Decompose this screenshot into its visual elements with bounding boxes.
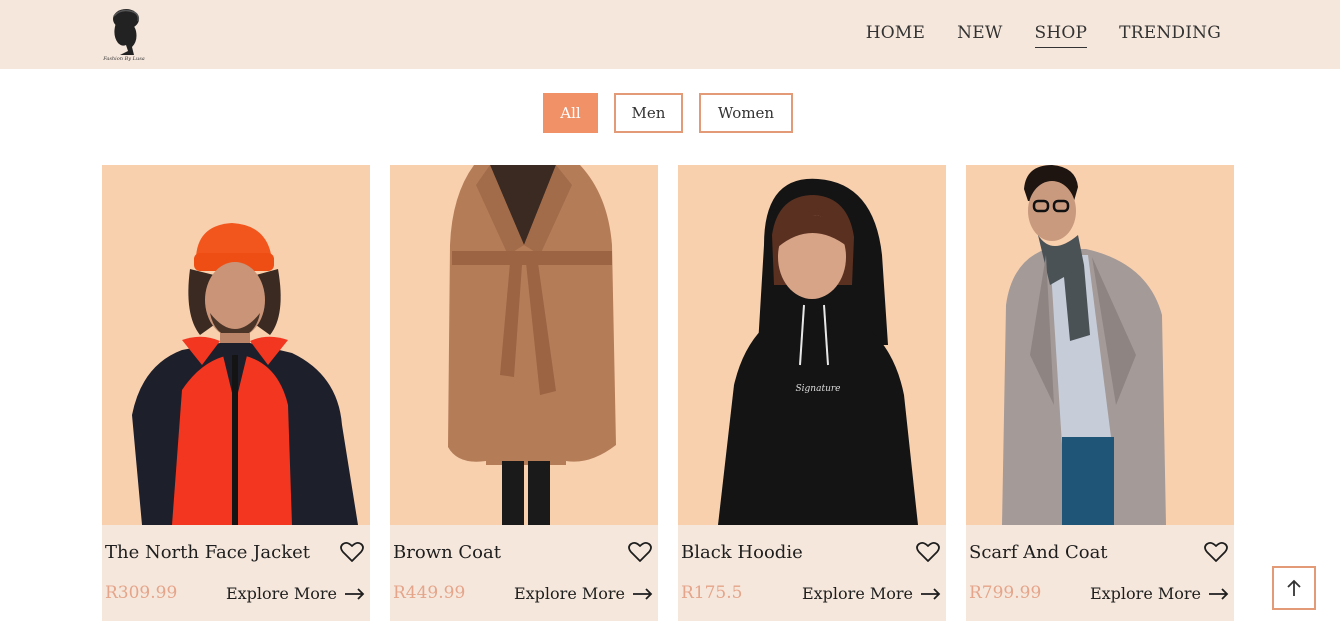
heart-icon[interactable]: [916, 541, 940, 563]
explore-more-link[interactable]: Explore More: [802, 584, 941, 603]
explore-more-link[interactable]: Explore More: [514, 584, 653, 603]
explore-more-link[interactable]: Explore More: [226, 584, 365, 603]
arrow-right-icon: [633, 587, 653, 600]
heart-icon[interactable]: [340, 541, 364, 563]
product-name[interactable]: The North Face Jacket: [105, 542, 310, 563]
product-price: R799.99: [969, 583, 1042, 603]
brand-logo[interactable]: Fashion By Lusa: [100, 7, 148, 62]
arrow-right-icon: [921, 587, 941, 600]
nav-shop[interactable]: SHOP: [1034, 23, 1088, 48]
site-header: Fashion By Lusa HOME NEW SHOP TRENDING: [0, 0, 1340, 69]
product-name[interactable]: Black Hoodie: [681, 542, 803, 563]
product-card: Scarf And Coat R799.99 Explore More: [966, 165, 1234, 621]
scroll-to-top-button[interactable]: [1272, 566, 1316, 610]
product-price: R309.99: [105, 583, 178, 603]
product-card: The North Face Jacket R309.99 Explore Mo…: [102, 165, 370, 621]
product-card: Brown Coat R449.99 Explore More: [390, 165, 658, 621]
product-price: R449.99: [393, 583, 466, 603]
svg-text:Signature: Signature: [795, 384, 840, 394]
product-image-scarf-and-coat[interactable]: [966, 165, 1234, 525]
nav-home[interactable]: HOME: [866, 23, 925, 48]
main-nav: HOME NEW SHOP TRENDING: [866, 23, 1221, 48]
product-name[interactable]: Brown Coat: [393, 542, 501, 563]
product-price: R175.5: [681, 583, 743, 603]
explore-more-label: Explore More: [1089, 584, 1201, 603]
filter-men-button[interactable]: Men: [614, 93, 683, 133]
product-card: Signature Black Hoodie R175.5 Explore Mo…: [678, 165, 946, 621]
product-name[interactable]: Scarf And Coat: [969, 542, 1108, 563]
filter-women-button[interactable]: Women: [699, 93, 793, 133]
heart-icon[interactable]: [1204, 541, 1228, 563]
arrow-right-icon: [1209, 587, 1229, 600]
explore-more-link[interactable]: Explore More: [1090, 584, 1229, 603]
filter-all-button[interactable]: All: [543, 93, 598, 133]
explore-more-label: Explore More: [513, 584, 625, 603]
heart-icon[interactable]: [628, 541, 652, 563]
product-image-north-face-jacket[interactable]: [102, 165, 370, 525]
product-image-brown-coat[interactable]: [390, 165, 658, 525]
arrow-up-icon: [1287, 579, 1301, 596]
arrow-right-icon: [345, 587, 365, 600]
category-filters: All Men Women: [543, 93, 793, 133]
svg-text:Fashion By Lusa: Fashion By Lusa: [102, 56, 145, 61]
nav-new[interactable]: NEW: [957, 23, 1002, 48]
explore-more-label: Explore More: [801, 584, 913, 603]
product-image-black-hoodie[interactable]: Signature: [678, 165, 946, 525]
nav-trending[interactable]: TRENDING: [1119, 23, 1221, 48]
explore-more-label: Explore More: [225, 584, 337, 603]
